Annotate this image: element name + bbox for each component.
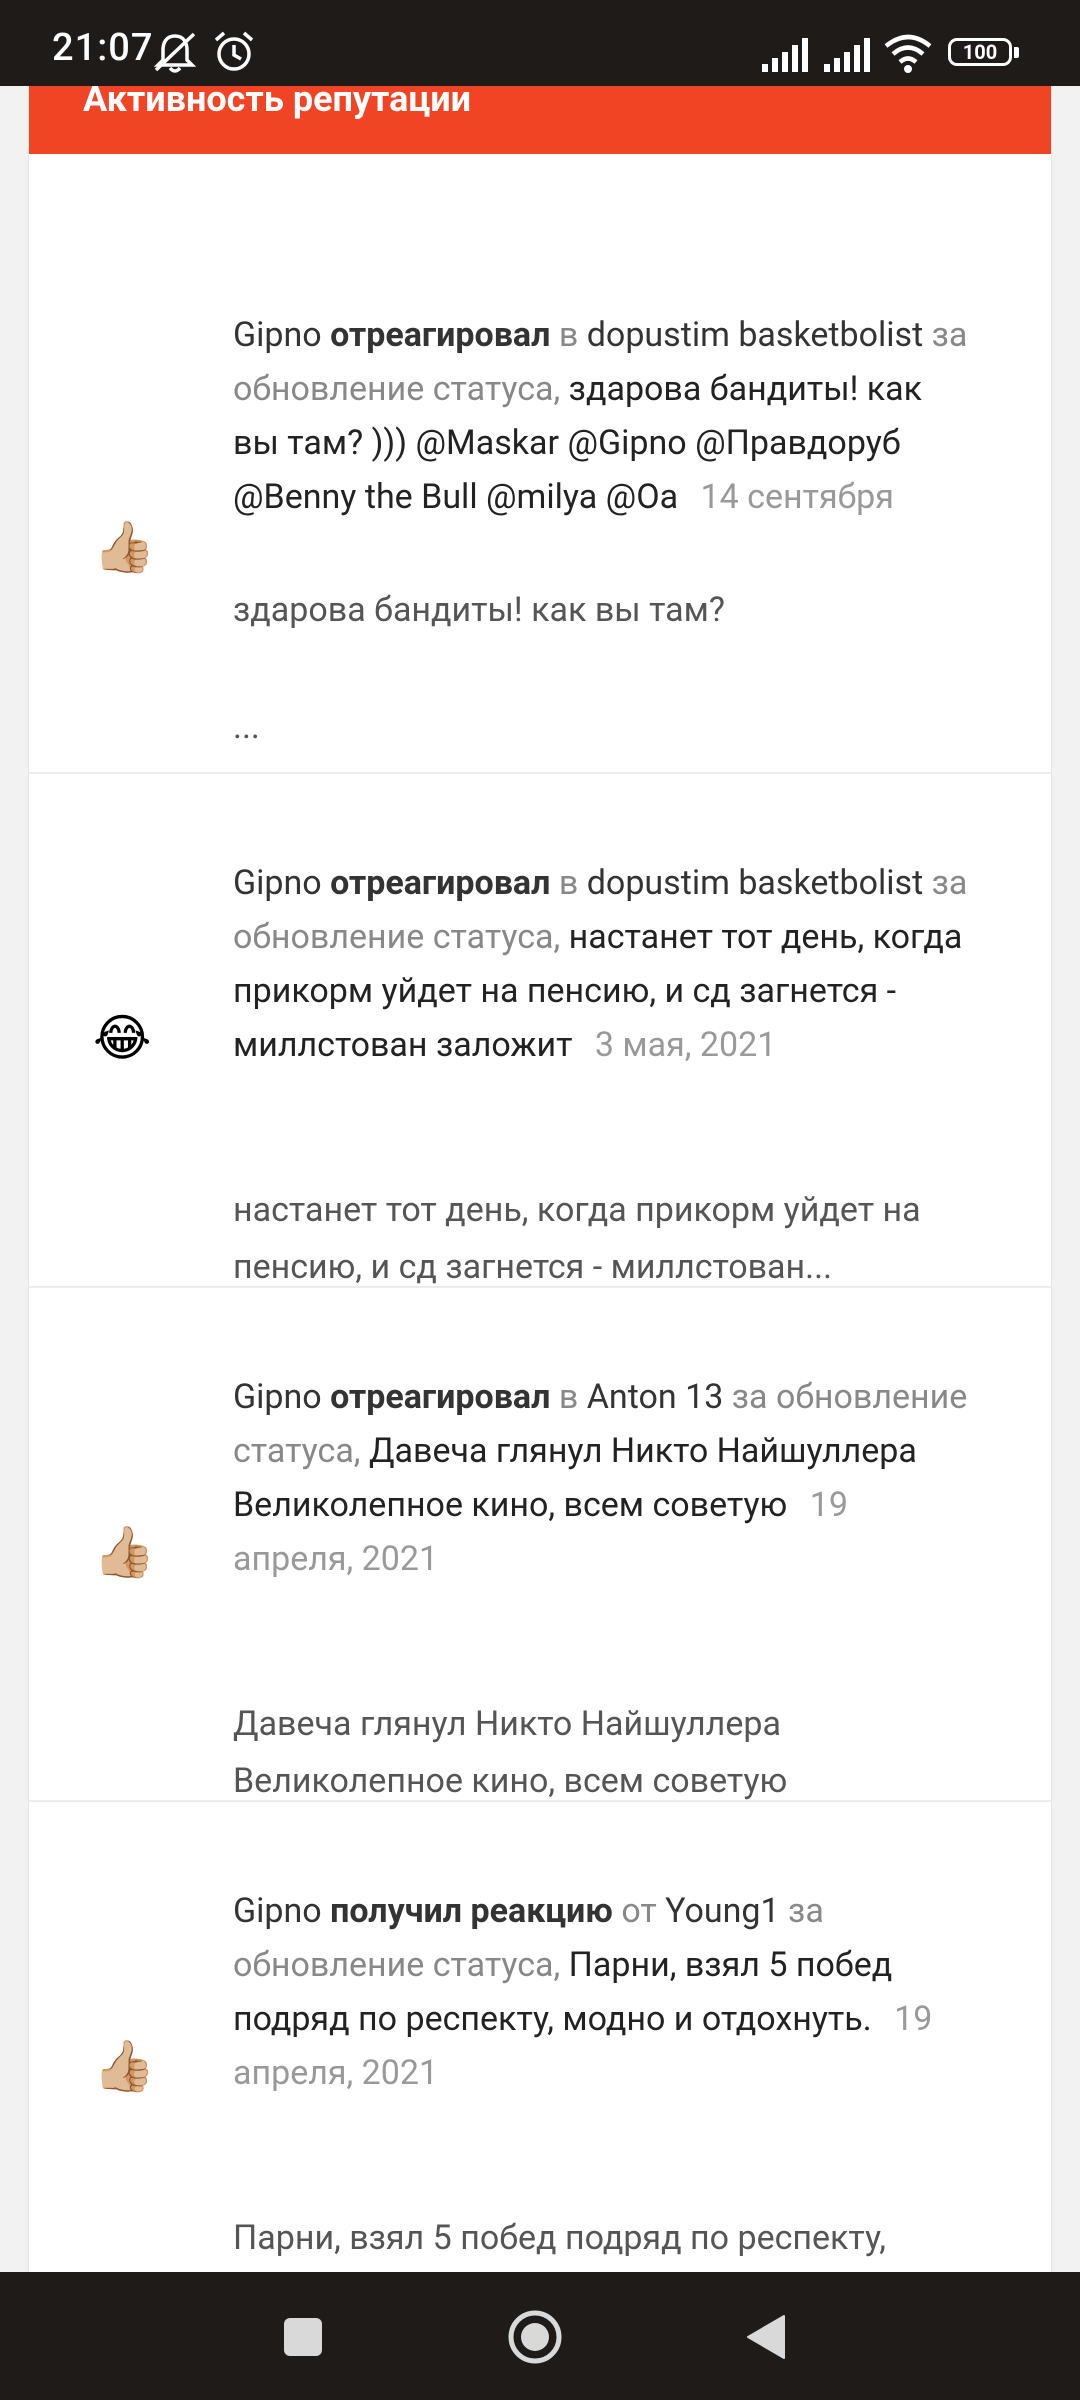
panel-header: Активность репутации xyxy=(29,86,1051,154)
actor-link[interactable]: Gipno xyxy=(233,315,322,355)
laughing-face-icon: 😂 xyxy=(93,1010,152,1068)
signal-icon xyxy=(824,38,870,72)
activity-date: 3 мая, 2021 xyxy=(594,1025,777,1065)
list-item: 👍🏼 Gipno получил реакцию от Young1 за об… xyxy=(29,1802,1051,2272)
preposition: в xyxy=(558,1377,579,1417)
preposition: в xyxy=(558,863,579,903)
alarm-icon xyxy=(214,31,254,71)
target-user-link[interactable]: Young1 xyxy=(665,1891,779,1931)
activity-verb: отреагировал xyxy=(330,1377,551,1417)
activity-date: 14 сентября xyxy=(700,477,894,517)
activity-text: Gipno получил реакцию от Young1 за обнов… xyxy=(233,1884,973,2100)
list-item: 👍🏼 Gipno отреагировал в dopustim basketb… xyxy=(29,154,1051,774)
list-item: 👍🏼 Gipno отреагировал в Anton 13 за обно… xyxy=(29,1288,1051,1802)
actor-link[interactable]: Gipno xyxy=(233,1891,322,1931)
back-icon[interactable] xyxy=(746,2314,786,2360)
status-snippet: настанет тот день, когда прикорм уйдет н… xyxy=(233,1190,921,1287)
status-bar: 21:07 100 xyxy=(0,0,1080,86)
battery-icon: 100 xyxy=(948,38,1012,66)
activity-verb: отреагировал xyxy=(330,863,551,903)
snippet-ellipsis: ... xyxy=(233,707,260,747)
status-snippet: Парни, взял 5 побед подряд по респекту, … xyxy=(233,2218,886,2258)
list-item: 😂 Gipno отреагировал в dopustim basketbo… xyxy=(29,774,1051,1288)
battery-tip xyxy=(1014,47,1019,58)
preposition: в xyxy=(558,315,579,355)
status-snippet: здарова бандиты! как вы там? xyxy=(233,590,725,630)
wifi-icon xyxy=(884,34,932,73)
target-user-link[interactable]: Anton 13 xyxy=(587,1377,724,1417)
thumbs-up-icon: 👍🏼 xyxy=(93,2038,156,2096)
activity-verb: отреагировал xyxy=(330,315,551,355)
preposition: от xyxy=(621,1891,657,1931)
status-snippet: Давеча глянул Никто Найшуллера Великолеп… xyxy=(233,1704,788,1801)
target-user-link[interactable]: dopustim basketbolist xyxy=(587,315,923,355)
reputation-activity-panel: Активность репутации 👍🏼 Gipno отреагиров… xyxy=(28,86,1052,2272)
home-icon[interactable] xyxy=(506,2308,564,2366)
thumbs-up-icon: 👍🏼 xyxy=(93,1524,156,1582)
recent-apps-icon[interactable] xyxy=(282,2316,324,2358)
activity-text: Gipno отреагировал в dopustim basketboli… xyxy=(233,308,973,524)
activity-text: Gipno отреагировал в dopustim basketboli… xyxy=(233,856,973,1072)
signal-icon xyxy=(762,38,808,72)
target-user-link[interactable]: dopustim basketbolist xyxy=(587,863,923,903)
activity-verb: получил реакцию xyxy=(330,1891,613,1931)
actor-link[interactable]: Gipno xyxy=(233,1377,322,1417)
page-title: Активность репутации xyxy=(83,86,472,120)
mute-notifications-icon xyxy=(153,32,197,73)
activity-text: Gipno отреагировал в Anton 13 за обновле… xyxy=(233,1370,973,1586)
navigation-bar xyxy=(0,2272,1080,2400)
status-time: 21:07 xyxy=(52,26,154,70)
actor-link[interactable]: Gipno xyxy=(233,863,322,903)
thumbs-up-icon: 👍🏼 xyxy=(93,519,156,577)
